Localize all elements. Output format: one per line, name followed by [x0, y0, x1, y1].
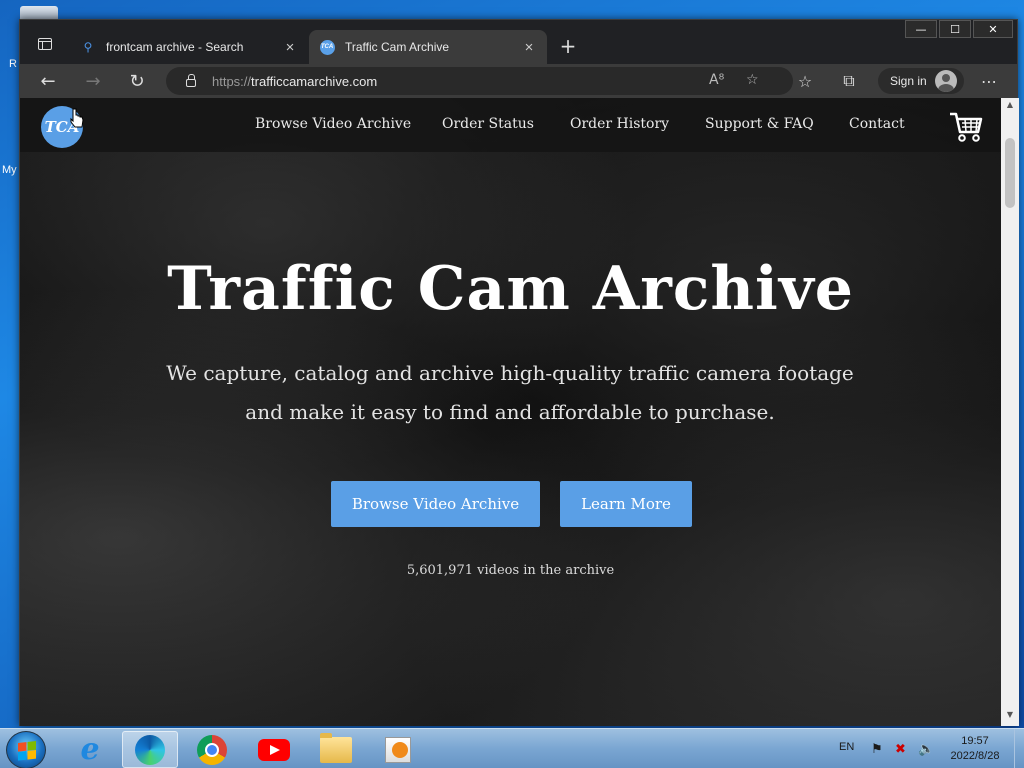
taskbar: e EN ⚑ ✖ 🔈 19:57 2022/8/28 [0, 728, 1024, 768]
tca-favicon-icon: TCA [319, 39, 335, 55]
favorites-icon[interactable]: ☆ [791, 68, 819, 94]
start-button[interactable] [6, 731, 46, 768]
close-icon[interactable]: × [521, 39, 537, 56]
scroll-up-icon[interactable]: ▲ [1001, 100, 1019, 114]
browse-video-archive-button[interactable]: Browse Video Archive [331, 481, 540, 527]
nav-order-history[interactable]: Order History [570, 116, 669, 132]
learn-more-button[interactable]: Learn More [560, 481, 692, 527]
tab-traffic-cam-archive[interactable]: TCA Traffic Cam Archive × [309, 30, 547, 64]
language-indicator[interactable]: EN [839, 741, 854, 753]
recycle-bin-icon[interactable] [20, 6, 58, 20]
close-icon[interactable]: × [282, 39, 298, 56]
collections-icon[interactable]: ⧉ [835, 68, 863, 94]
taskbar-chrome[interactable] [184, 731, 240, 768]
add-favorite-icon[interactable]: ☆ [746, 72, 759, 88]
taskbar-media-player[interactable] [370, 731, 426, 768]
forward-arrow-icon[interactable]: → [79, 68, 107, 94]
tab-title: frontcam archive - Search [106, 40, 244, 54]
sign-in-label: Sign in [890, 74, 927, 88]
read-aloud-icon[interactable]: A⁸ [709, 72, 724, 88]
new-tab-plus-icon[interactable]: + [555, 34, 581, 58]
maximize-button[interactable]: ☐ [939, 20, 971, 38]
browser-window: ⚲ frontcam archive - Search × TCA Traffi… [19, 19, 1019, 726]
desktop-icon-label: R [9, 58, 17, 70]
title-bar: ⚲ frontcam archive - Search × TCA Traffi… [20, 20, 1017, 64]
window-controls: — ☐ ✕ [903, 20, 1013, 38]
taskbar-internet-explorer[interactable]: e [62, 731, 118, 768]
taskbar-file-explorer[interactable] [308, 731, 364, 768]
nav-order-status[interactable]: Order Status [442, 116, 534, 132]
desktop-icon-label: My [2, 164, 17, 176]
show-desktop-button[interactable] [1014, 729, 1024, 768]
scroll-down-icon[interactable]: ▼ [1001, 710, 1019, 724]
taskbar-edge[interactable] [122, 731, 178, 768]
scroll-thumb[interactable] [1005, 138, 1015, 208]
avatar-icon [934, 70, 957, 92]
address-bar[interactable]: https://trafficcamarchive.com A⁸ ☆ [166, 67, 793, 95]
volume-icon[interactable]: 🔈 [918, 741, 934, 757]
chrome-icon [197, 734, 227, 765]
folder-icon [320, 732, 352, 763]
network-disconnected-icon[interactable]: ✖ [895, 741, 906, 757]
nav-contact[interactable]: Contact [849, 116, 905, 132]
site-navbar: TCA Browse Video Archive Order Status Or… [20, 98, 1001, 152]
nav-browse-video-archive[interactable]: Browse Video Archive [255, 116, 411, 132]
close-window-button[interactable]: ✕ [973, 20, 1013, 38]
media-player-icon [385, 736, 411, 763]
nav-support-faq[interactable]: Support & FAQ [705, 116, 814, 132]
back-arrow-icon[interactable]: ← [34, 68, 62, 94]
tca-logo-mini: TCA [319, 39, 335, 55]
internet-explorer-icon: e [80, 732, 100, 767]
action-center-icon[interactable]: ⚑ [871, 741, 883, 757]
hero-subtitle: We capture, catalog and archive high-qua… [166, 361, 854, 424]
video-count-text: 5,601,971 videos in the archive [406, 563, 615, 578]
tab-actions-icon[interactable] [30, 32, 60, 56]
taskbar-youtube[interactable] [246, 731, 302, 768]
page-scrollbar[interactable]: ▲ ▼ [1001, 98, 1019, 726]
tab-search[interactable]: ⚲ frontcam archive - Search × [70, 30, 308, 64]
shopping-cart-icon[interactable] [948, 108, 984, 144]
minimize-button[interactable]: — [905, 20, 937, 38]
tab-title: Traffic Cam Archive [345, 40, 450, 54]
hero-title: Traffic Cam Archive [167, 254, 854, 324]
page-viewport: TCA Browse Video Archive Order Status Or… [20, 98, 1001, 726]
lock-icon[interactable] [186, 74, 196, 87]
youtube-icon [258, 738, 290, 761]
edge-icon [135, 734, 165, 765]
clock-time: 19:57 [961, 735, 989, 747]
mouse-cursor-icon [70, 108, 84, 128]
browser-toolbar: ← → ↻ https://trafficcamarchive.com A⁸ ☆… [20, 64, 1017, 98]
refresh-icon[interactable]: ↻ [123, 68, 151, 94]
sign-in-button[interactable]: Sign in [878, 68, 964, 94]
clock-date: 2022/8/28 [950, 750, 1000, 762]
more-menu-icon[interactable]: ⋯ [975, 68, 1003, 94]
search-icon: ⚲ [83, 40, 93, 54]
windows-logo-icon [18, 741, 36, 761]
url-text[interactable]: https://trafficcamarchive.com [212, 74, 377, 89]
system-clock[interactable]: 19:57 2022/8/28 [940, 734, 1010, 764]
